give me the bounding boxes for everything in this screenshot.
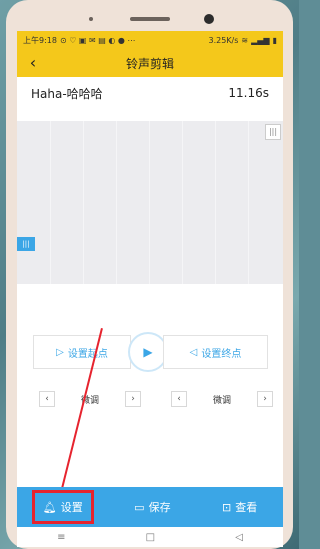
set-start-icon: ▷ [56,346,64,358]
grid-line [215,121,216,284]
fine-left-decrease-button[interactable]: ‹ [39,391,55,407]
sensor-dot [89,17,93,21]
set-end-icon: ◁ [189,346,198,358]
front-camera [204,14,214,24]
fine-right-increase-button[interactable]: › [257,391,274,407]
set-start-label: 设置起点 [67,348,108,360]
page-title: 铃声剪辑 [125,56,174,71]
app-bar: ‹ 铃声剪辑 [17,49,283,77]
grid-line [50,121,51,284]
file-duration: 11.16s [228,86,269,100]
fine-tune-left: ‹ 微调 › [39,391,142,407]
menu-nav-icon[interactable]: ≡ [57,532,65,543]
view-button[interactable]: ⊡ 查看 [214,493,265,521]
save-button[interactable]: ▭ 保存 [126,493,178,521]
waveform-area[interactable]: ||| ||| [17,121,283,284]
back-arrow-icon[interactable]: ‹ [23,53,43,72]
status-time: 上午9:18 [23,35,57,45]
system-nav-bar: ≡ □ ◁ [17,527,283,547]
bell-icon: 🔔︎ [42,500,57,514]
notification-icons: ⊙ ♡ ▣ ✉ ▤ ◐ ● ⋯ [59,35,136,45]
settings-button[interactable]: 🔔︎ 设置 [31,490,94,524]
play-icon: ▶ [143,345,153,359]
fine-right-decrease-button[interactable]: ‹ [171,391,187,407]
settings-label: 设置 [60,501,83,514]
file-name: Haha-哈哈哈 [31,86,103,101]
signal-icon: ▂▄▆ [251,35,270,45]
screen: 上午9:18 ⊙ ♡ ▣ ✉ ▤ ◐ ● ⋯ 3.25K/s ≋ ▂▄▆ ▮ ‹… [17,31,283,547]
battery-icon: ▮ [272,35,277,45]
set-start-button[interactable]: ▷ 设置起点 [33,335,131,369]
grid-line [248,121,249,284]
play-button[interactable]: ▶ [128,332,168,372]
home-nav-icon[interactable]: □ [146,532,155,543]
grid-line [116,121,117,284]
file-info: Haha-哈哈哈 11.16s [17,77,283,109]
back-nav-icon[interactable]: ◁ [235,532,243,543]
fine-right-label: 微调 [213,395,232,406]
save-icon: ▭ [134,500,145,514]
fine-tune-right: ‹ 微调 › [171,391,274,407]
status-bar: 上午9:18 ⊙ ♡ ▣ ✉ ▤ ◐ ● ⋯ 3.25K/s ≋ ▂▄▆ ▮ [17,31,283,49]
set-end-button[interactable]: ◁ 设置终点 [163,335,268,369]
start-handle[interactable]: ||| [17,237,35,251]
view-label: 查看 [235,501,258,514]
grid-line [182,121,183,284]
grid-line [149,121,150,284]
network-speed: 3.25K/s [208,35,239,45]
fine-left-increase-button[interactable]: › [125,391,142,407]
earpiece [130,17,170,21]
view-icon: ⊡ [222,500,232,514]
grid-line [83,121,84,284]
save-label: 保存 [148,501,171,514]
set-end-label: 设置终点 [201,348,242,360]
bottom-toolbar: 🔔︎ 设置 ▭ 保存 ⊡ 查看 [17,487,283,527]
wifi-icon: ≋ [241,35,249,45]
end-handle[interactable]: ||| [265,124,281,140]
